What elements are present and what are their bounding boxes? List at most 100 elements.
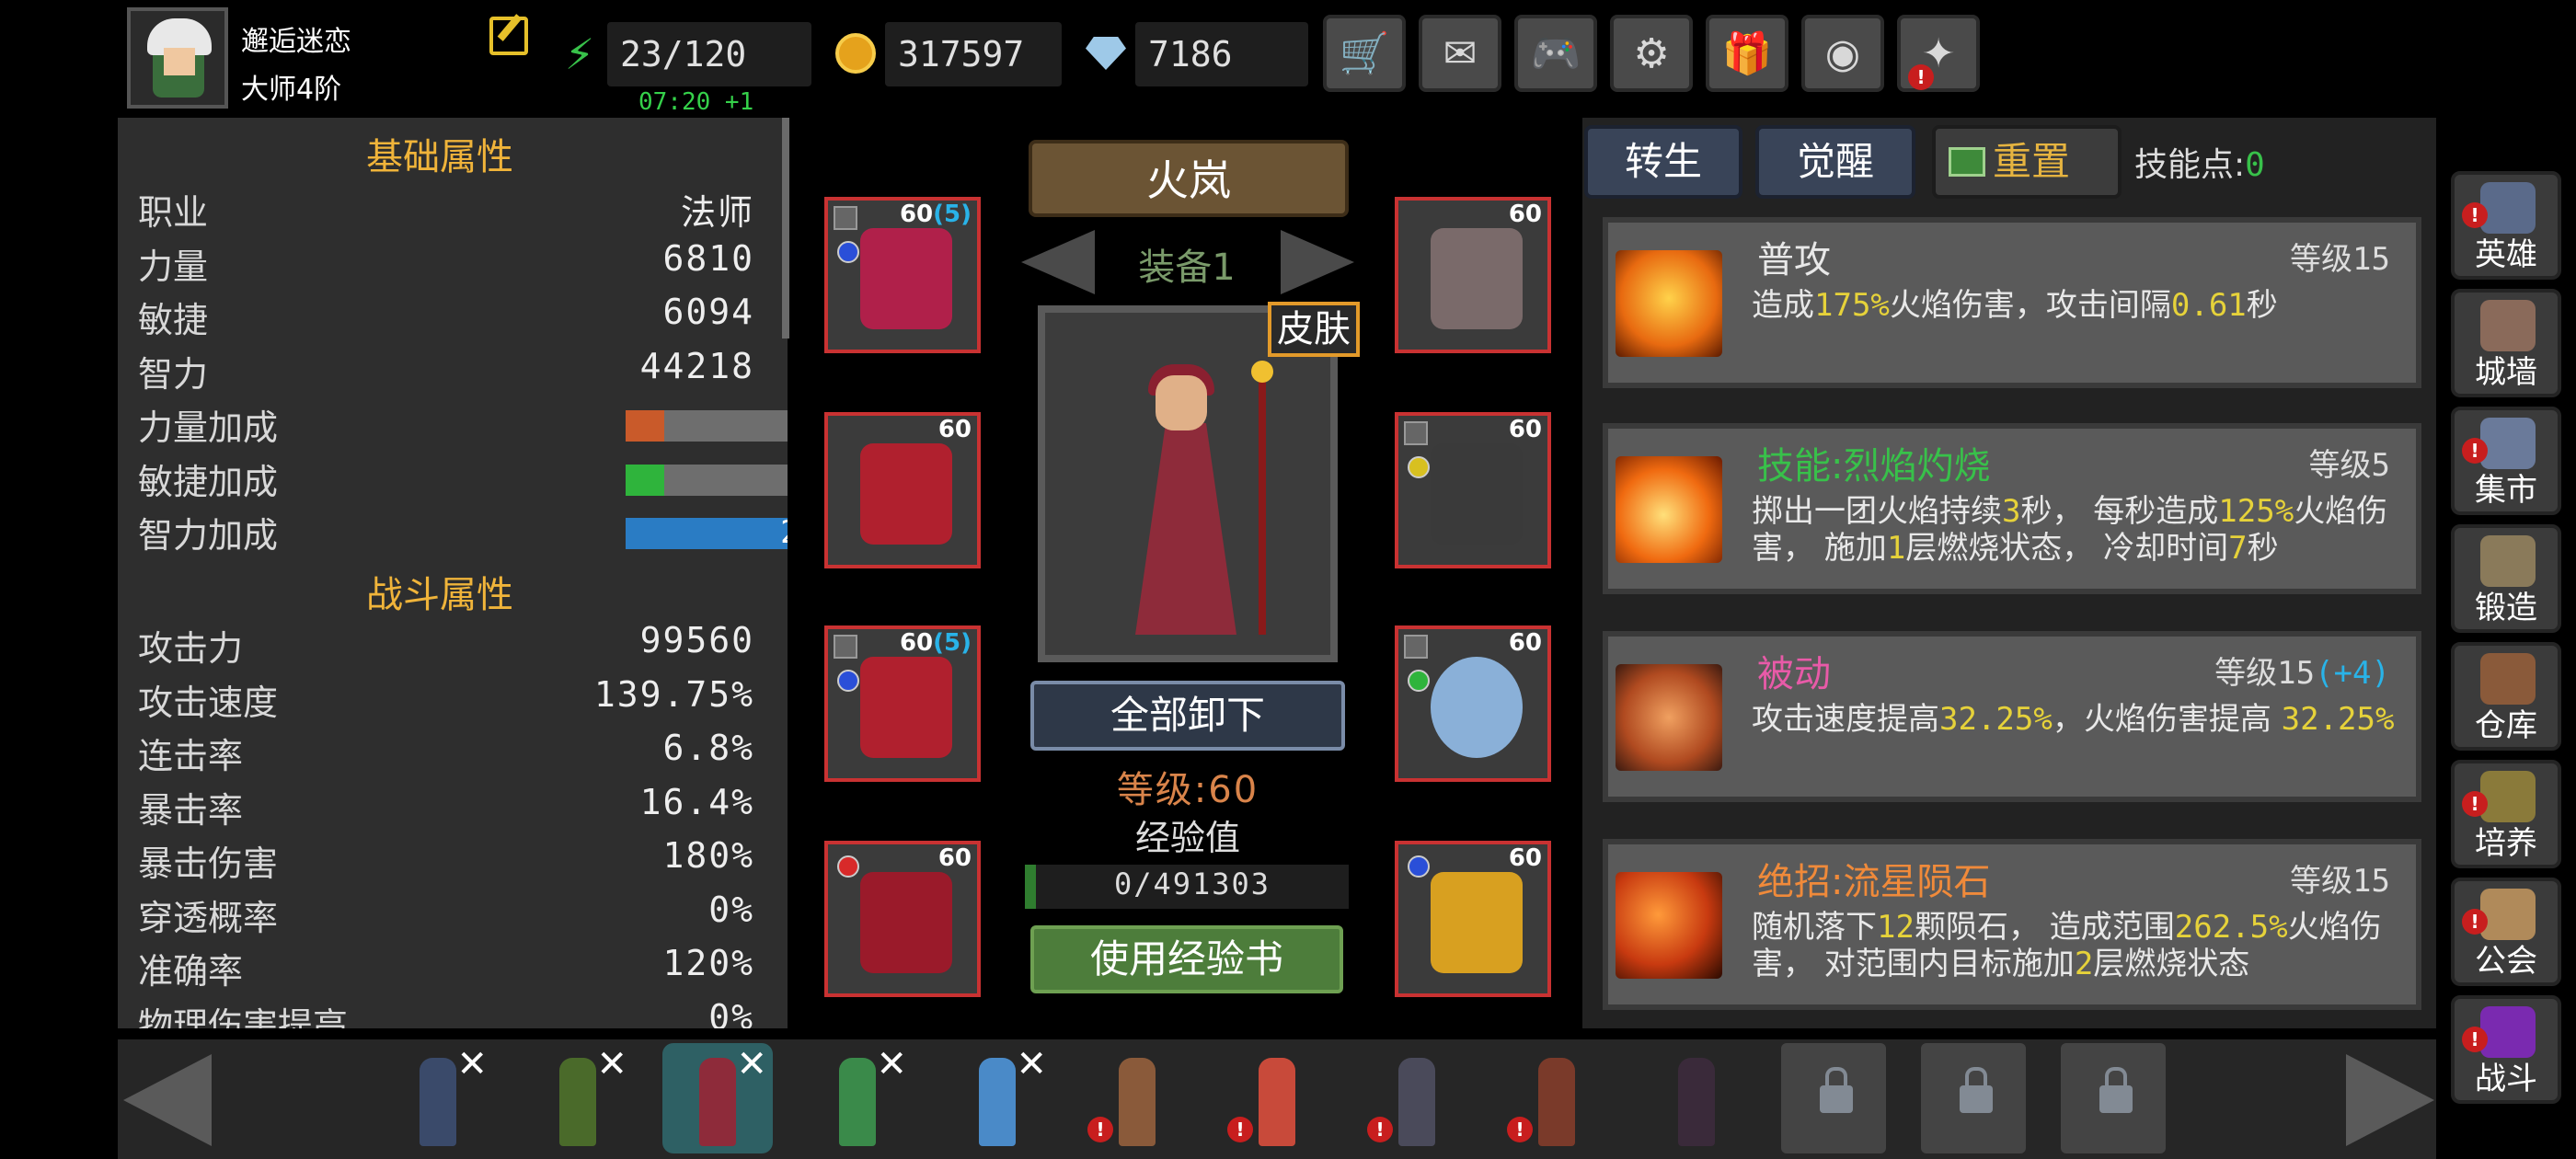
gift-button[interactable]: 🎁	[1706, 15, 1788, 92]
skill-level-value: 等级15	[2290, 863, 2390, 900]
prev-set-arrow-icon[interactable]	[1021, 230, 1095, 294]
alert-icon: !	[2462, 438, 2488, 464]
stat-row: 准确率 120%	[138, 943, 782, 996]
unequip-all-button[interactable]: 全部卸下	[1030, 681, 1345, 751]
diamond-icon[interactable]	[1086, 37, 1126, 70]
nav-anvil[interactable]: 锻造	[2451, 524, 2561, 633]
player-rank: 大师4阶	[241, 74, 342, 106]
hero-slot-fire-mage[interactable]: ✕	[662, 1043, 773, 1153]
hero-slot-warlock[interactable]: !	[1362, 1043, 1472, 1153]
reset-skills-button[interactable]: 重置	[1932, 125, 2122, 199]
skill-card[interactable]: 绝招:流星陨石 等级15 随机落下12颗陨石， 造成范围262.5%火焰伤害， 对范…	[1603, 839, 2421, 1010]
nav-market[interactable]: 集市!	[2451, 407, 2561, 515]
gamepad-button[interactable]: 🎮	[1514, 15, 1597, 92]
skill-card[interactable]: 被动 等级15(+4) 攻击速度提高32.25%，火焰伤害提高 32.25%	[1603, 631, 2421, 802]
skill-description: 掷出一团火焰持续3秒， 每秒造成125%火焰伤害， 施加1层燃烧状态， 冷却时间…	[1752, 493, 2414, 567]
shop-button[interactable]: 🛒	[1323, 15, 1406, 92]
nav-label: 锻造	[2475, 590, 2537, 626]
gamepad-icon: 🎮	[1530, 30, 1581, 77]
mail-button[interactable]: ✉	[1419, 15, 1501, 92]
stats-panel[interactable]: 基础属性 职业 法师力量 6810 敏捷 6094 智力 44218 力量加成 25% 敏捷加成 2…	[118, 118, 788, 1028]
stat-row: 智力加成 201%	[138, 507, 788, 560]
stat-label: 智力	[138, 353, 209, 395]
hero-slot-dark-knight[interactable]	[1641, 1043, 1752, 1153]
hero-slot-ice-mage[interactable]: ✕	[942, 1043, 1052, 1153]
hero-slot-ranger[interactable]: !	[1501, 1043, 1612, 1153]
hero-slot-amazon[interactable]: !	[1082, 1043, 1192, 1153]
energy-timer: 07:20 +1	[638, 88, 754, 116]
skill-text: 攻击速度提高	[1752, 701, 1939, 738]
hero-sprite	[420, 1058, 456, 1146]
chest-icon	[2480, 653, 2536, 705]
equipment-level: 60	[938, 844, 972, 872]
alert-icon: !	[1227, 1117, 1253, 1142]
edit-icon[interactable]	[489, 17, 528, 55]
stat-row: 力量 6810	[138, 238, 782, 292]
hero-slot-locked-1[interactable]	[1781, 1043, 1886, 1153]
staff-icon	[1431, 872, 1523, 973]
equipment-slot-leggings[interactable]: 60(5)	[824, 625, 981, 782]
hero-sprite	[1119, 1058, 1156, 1146]
equipment-slot-necklace[interactable]: 60	[1395, 197, 1551, 353]
hero-slot-gunner[interactable]: !	[1222, 1043, 1332, 1153]
fireworks-button[interactable]: ✦!	[1897, 15, 1980, 92]
skill-card[interactable]: 技能:烈焰灼烧 等级5 掷出一团火焰持续3秒， 每秒造成125%火焰伤害， 施加1层…	[1603, 423, 2421, 594]
skill-name: 普攻	[1757, 239, 1831, 281]
nav-castle[interactable]: 城墙	[2451, 289, 2561, 397]
stats-scrollbar[interactable]	[782, 118, 789, 339]
hero-slot-druid[interactable]: ✕	[802, 1043, 913, 1153]
energy-icon: ⚡	[564, 29, 595, 79]
skill-value-highlight: 3	[2002, 493, 2021, 530]
hero-slot-locked-2[interactable]	[1921, 1043, 2026, 1153]
stat-value: 6810	[662, 237, 754, 279]
player-avatar[interactable]	[127, 7, 228, 109]
use-exp-book-button[interactable]: 使用经验书	[1030, 925, 1343, 993]
gacha-button[interactable]: ◉	[1801, 15, 1884, 92]
skill-description: 随机落下12颗陨石， 造成范围262.5%火焰伤害， 对范围内目标施加2层燃烧状…	[1752, 909, 2414, 982]
skill-value-highlight: 175%	[1814, 287, 1890, 324]
socket-gem-icon	[1408, 456, 1430, 478]
nav-label: 仓库	[2475, 707, 2537, 744]
nav-portal[interactable]: 战斗!	[2451, 995, 2561, 1104]
hero-slot-swordsman[interactable]: ✕	[383, 1043, 493, 1153]
castle-icon	[2480, 300, 2536, 351]
stat-value: 0%	[708, 889, 754, 930]
equipment-level-value: 60	[1508, 844, 1542, 872]
skill-card[interactable]: 普攻 等级15 造成175%火焰伤害，攻击间隔0.61秒	[1603, 217, 2421, 388]
equipment-slot-boots[interactable]: 60	[824, 841, 981, 997]
settings-button[interactable]: ⚙	[1610, 15, 1693, 92]
skill-level: 等级15	[2290, 855, 2390, 901]
nav-chest[interactable]: 仓库	[2451, 642, 2561, 751]
alert-icon: !	[1507, 1117, 1533, 1142]
stat-label: 暴击伤害	[138, 843, 279, 884]
stat-bonus-bar: 201%	[626, 514, 788, 551]
rebirth-button[interactable]: 转生	[1584, 125, 1742, 199]
stat-label: 敏捷加成	[138, 461, 279, 502]
gear-icon: ⚙	[1633, 29, 1670, 77]
exp-value: 0/491303	[1113, 866, 1271, 901]
deployed-x-icon: ✕	[876, 1043, 907, 1085]
nav-trophy[interactable]: 培养!	[2451, 760, 2561, 868]
nav-helmet[interactable]: 英雄!	[2451, 171, 2561, 280]
equipment-slot-armor[interactable]: 60	[824, 412, 981, 568]
equipment-slot-ring[interactable]: 60	[1395, 625, 1551, 782]
socket-gem-icon	[1408, 670, 1430, 692]
hero-slot-locked-3[interactable]	[2061, 1043, 2166, 1153]
stat-bonus-fill	[626, 518, 788, 549]
ring-icon	[1431, 657, 1523, 758]
gold-coin-icon[interactable]	[835, 33, 876, 74]
next-set-arrow-icon[interactable]	[1281, 230, 1354, 294]
awaken-button[interactable]: 觉醒	[1755, 125, 1915, 199]
equipment-slot-staff[interactable]: 60	[1395, 841, 1551, 997]
stat-row: 智力 44218	[138, 346, 782, 399]
skin-button[interactable]: 皮肤	[1268, 302, 1360, 357]
equipment-slot-gloves[interactable]: 60	[1395, 412, 1551, 568]
skill-text: 随机落下	[1752, 909, 1877, 946]
nav-guild[interactable]: 公会!	[2451, 878, 2561, 986]
gloves-icon	[1431, 443, 1523, 545]
stat-label: 攻击力	[138, 628, 244, 669]
hero-slot-archer[interactable]: ✕	[523, 1043, 633, 1153]
mage-robe	[1135, 423, 1236, 635]
equipment-slot-helmet[interactable]: 60(5)	[824, 197, 981, 353]
equipment-level: 60(5)	[900, 629, 972, 657]
